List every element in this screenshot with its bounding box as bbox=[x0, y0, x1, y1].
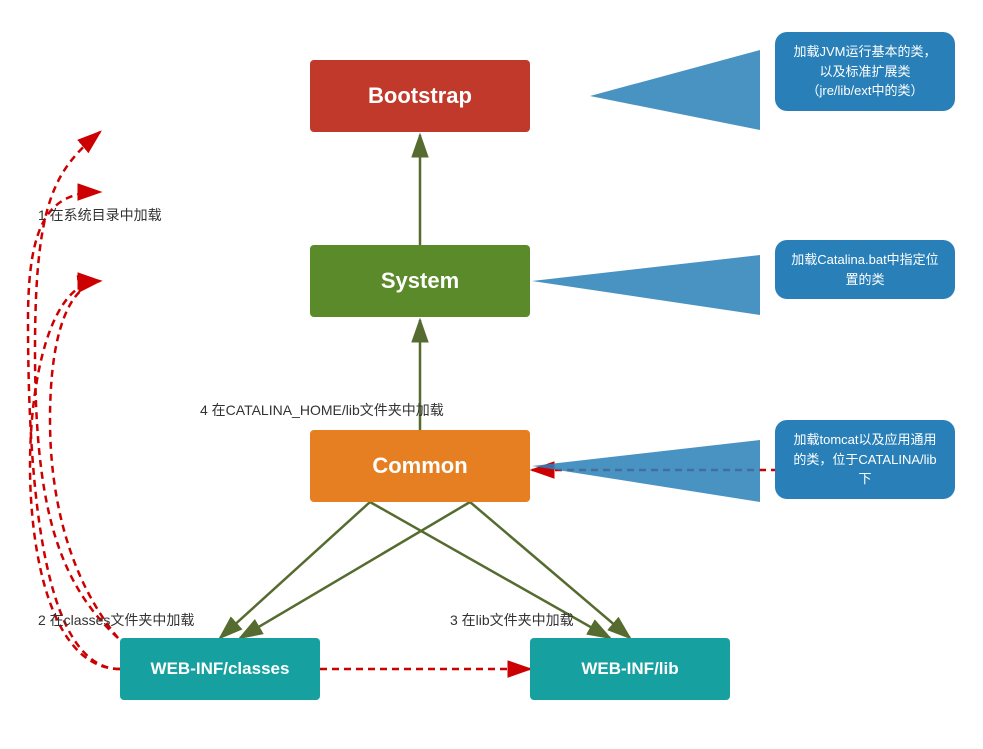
system-label: System bbox=[381, 268, 459, 294]
tooltip-system-text: 加载Catalina.bat中指定位置的类 bbox=[791, 252, 938, 287]
label-2-text: 2 在classes文件夹中加载 bbox=[38, 612, 194, 628]
label-4: 4 在CATALINA_HOME/lib文件夹中加载 bbox=[200, 400, 444, 420]
webinf-lib-label: WEB-INF/lib bbox=[581, 659, 678, 679]
tooltip-common-text: 加载tomcat以及应用通用的类，位于CATALINA/lib下 bbox=[793, 432, 936, 486]
tooltip-common: 加载tomcat以及应用通用的类，位于CATALINA/lib下 bbox=[775, 420, 955, 499]
diagram-container: Bootstrap System Common WEB-INF/classes … bbox=[0, 0, 983, 749]
label-2: 2 在classes文件夹中加载 bbox=[38, 610, 194, 630]
common-label: Common bbox=[372, 453, 467, 479]
label-1-text: 1 在系统目录中加载 bbox=[38, 207, 162, 223]
webinf-classes-label: WEB-INF/classes bbox=[151, 659, 290, 679]
system-box: System bbox=[310, 245, 530, 317]
common-box: Common bbox=[310, 430, 530, 502]
tooltip-system: 加载Catalina.bat中指定位置的类 bbox=[775, 240, 955, 299]
webinf-classes-box: WEB-INF/classes bbox=[120, 638, 320, 700]
bootstrap-label: Bootstrap bbox=[368, 83, 472, 109]
label-3-text: 3 在lib文件夹中加载 bbox=[450, 612, 574, 628]
label-1: 1 在系统目录中加载 bbox=[38, 205, 162, 225]
bootstrap-box: Bootstrap bbox=[310, 60, 530, 132]
tooltip-bootstrap-text: 加载JVM运行基本的类，以及标准扩展类（jre/lib/ext中的类） bbox=[793, 44, 936, 98]
label-3: 3 在lib文件夹中加载 bbox=[450, 610, 574, 630]
webinf-lib-box: WEB-INF/lib bbox=[530, 638, 730, 700]
tooltip-bootstrap: 加载JVM运行基本的类，以及标准扩展类（jre/lib/ext中的类） bbox=[775, 32, 955, 111]
label-4-text: 4 在CATALINA_HOME/lib文件夹中加载 bbox=[200, 402, 444, 418]
